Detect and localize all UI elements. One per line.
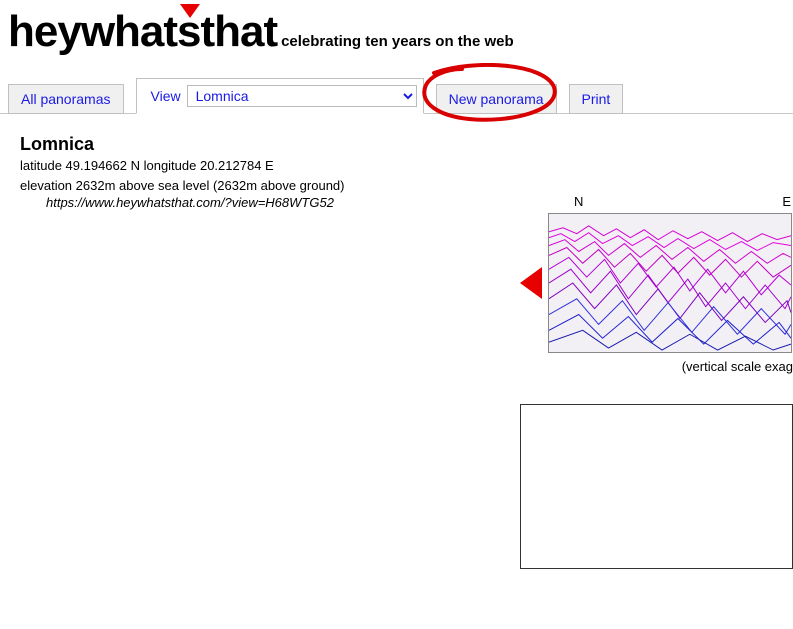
tab-all-panoramas[interactable]: All panoramas <box>8 84 124 114</box>
logo-text: heywhatsthat <box>8 7 277 56</box>
site-logo[interactable]: heywhatsthat <box>8 10 277 54</box>
place-elevation: elevation 2632m above sea level (2632m a… <box>20 177 793 195</box>
panorama-image[interactable] <box>548 213 792 353</box>
logo-marker-icon <box>178 4 202 23</box>
main-content: Lomnica latitude 49.194662 N longitude 2… <box>0 114 793 210</box>
panorama-note: (vertical scale exag <box>520 359 793 374</box>
compass-e: E <box>782 194 791 209</box>
view-select[interactable]: Lomnica <box>187 85 417 107</box>
panorama-preview: N E (vertical scale exag <box>520 194 793 374</box>
panorama-prev-arrow-icon[interactable] <box>520 267 542 299</box>
compass-labels: N E <box>520 194 793 213</box>
tagline: celebrating ten years on the web <box>281 33 514 50</box>
tab-view[interactable]: View Lomnica <box>136 78 424 114</box>
tab-bar: All panoramas View Lomnica New panorama … <box>0 82 793 114</box>
map-placeholder[interactable] <box>520 404 793 569</box>
header: heywhatsthat celebrating ten years on th… <box>0 0 793 54</box>
tab-new-panorama[interactable]: New panorama <box>436 84 557 114</box>
place-coords: latitude 49.194662 N longitude 20.212784… <box>20 157 793 175</box>
tab-print[interactable]: Print <box>569 84 624 114</box>
place-title: Lomnica <box>20 134 793 155</box>
new-panorama-wrapper: New panorama <box>436 83 557 113</box>
tab-view-label: View <box>151 88 181 104</box>
compass-n: N <box>574 194 583 209</box>
